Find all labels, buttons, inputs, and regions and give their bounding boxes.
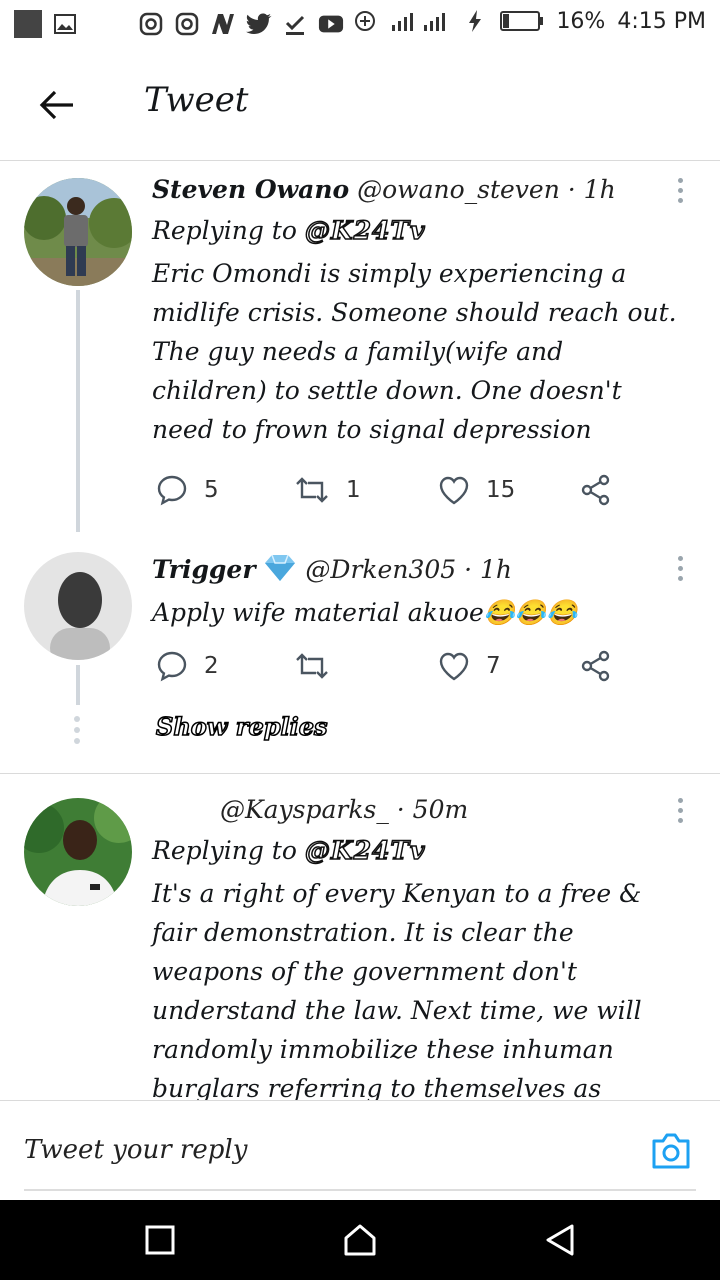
- camera-icon: [652, 1133, 690, 1169]
- share-button[interactable]: [580, 646, 612, 686]
- battery-percent: 16%: [556, 8, 606, 34]
- tweet-header: Steven Owano @owano_steven · 1h: [152, 170, 682, 209]
- tweet-actions: 2 7: [152, 646, 672, 686]
- status-bar: 16% 4:15 PM: [0, 0, 720, 50]
- camera-button[interactable]: [650, 1131, 692, 1173]
- author-name[interactable]: Trigger: [152, 555, 256, 584]
- replying-to-label: Replying to: [152, 216, 297, 245]
- like-count: 15: [486, 477, 516, 503]
- like-button[interactable]: 15: [438, 470, 515, 510]
- twitter-bird-icon: [246, 11, 272, 37]
- avatar[interactable]: [24, 798, 132, 906]
- thread-dots: [74, 716, 80, 744]
- like-count: 7: [486, 653, 501, 679]
- retweet-button[interactable]: 1: [294, 470, 361, 510]
- tweet-header: Trigger @Drken305 · 1h: [152, 550, 682, 589]
- reply-count: 5: [204, 477, 219, 503]
- replying-to-label: Replying to: [152, 836, 297, 865]
- like-button[interactable]: 7: [438, 646, 501, 686]
- heart-icon: [439, 652, 469, 681]
- reply-count: 2: [204, 653, 219, 679]
- app-bar: Tweet: [0, 50, 720, 161]
- more-options-icon[interactable]: [674, 798, 686, 823]
- page-title: Tweet: [144, 80, 249, 120]
- home-icon: [344, 1224, 376, 1256]
- tweet-actions: 5 1 15: [152, 470, 672, 510]
- author-name[interactable]: Steven Owano: [152, 175, 349, 204]
- input-underline: [24, 1189, 696, 1191]
- square-icon: [145, 1225, 175, 1255]
- more-options-icon[interactable]: [674, 556, 686, 581]
- download-check-icon: [282, 11, 308, 37]
- clock: 4:15 PM: [617, 8, 706, 34]
- share-icon: [581, 474, 610, 506]
- mention-link[interactable]: @K24Tv: [304, 215, 426, 246]
- tweet-card[interactable]: @Kaysparks_ · 50m Replying to @K24Tv It'…: [0, 774, 720, 1100]
- author-handle[interactable]: @Drken305: [305, 555, 456, 584]
- retweet-icon: [296, 653, 328, 679]
- retweet-icon: [296, 477, 328, 503]
- avatar[interactable]: [24, 552, 132, 660]
- thread-line: [76, 665, 80, 705]
- heart-icon: [439, 476, 469, 505]
- mention-link[interactable]: @K24Tv: [304, 835, 426, 866]
- replying-to: Replying to @K24Tv: [152, 211, 682, 250]
- tweet-header: @Kaysparks_ · 50m: [152, 790, 682, 829]
- thread-line: [76, 520, 80, 532]
- retweet-count: 1: [346, 477, 361, 503]
- retweet-button[interactable]: [294, 646, 330, 686]
- arrow-left-icon: [39, 90, 73, 120]
- more-options-icon[interactable]: [674, 178, 686, 203]
- share-icon: [581, 650, 610, 682]
- tweet-card[interactable]: Trigger @Drken305 · 1h Apply wife materi…: [0, 520, 720, 770]
- tweet-text: Apply wife material akuoe😂😂😂: [152, 598, 578, 627]
- replying-to: Replying to @K24Tv: [152, 831, 682, 870]
- system-nav-bar: [0, 1200, 720, 1280]
- youtube-icon: [318, 11, 344, 37]
- image-icon: [52, 11, 78, 37]
- reply-button[interactable]: 5: [156, 470, 219, 510]
- tweet-time: · 1h: [464, 555, 513, 584]
- reply-icon: [157, 651, 187, 682]
- back-button[interactable]: [34, 82, 80, 128]
- tweet-text: It's a right of every Kenyan to a free &…: [152, 879, 642, 1100]
- recents-button[interactable]: [140, 1220, 180, 1260]
- data-saver-icon: [352, 8, 378, 34]
- tweet-card[interactable]: Steven Owano @owano_steven · 1h Replying…: [0, 160, 720, 540]
- tweet-time: · 1h: [567, 175, 616, 204]
- news-n-icon: [210, 11, 236, 37]
- instagram-icon: [138, 11, 164, 37]
- reply-button[interactable]: 2: [156, 646, 219, 686]
- triangle-back-icon: [546, 1224, 574, 1256]
- charging-bolt-icon: [462, 8, 488, 34]
- notification-square-icon: [14, 10, 42, 38]
- avatar[interactable]: [24, 178, 132, 286]
- instagram-icon: [174, 11, 200, 37]
- diamond-emoji-icon: [265, 554, 296, 581]
- tweet-text: Eric Omondi is simply experiencing a mid…: [152, 259, 677, 444]
- share-button[interactable]: [580, 470, 612, 510]
- battery-icon: [500, 8, 544, 34]
- thread-line: [76, 290, 80, 520]
- author-handle[interactable]: @Kaysparks_: [220, 795, 389, 824]
- reply-composer: Tweet your reply: [0, 1100, 720, 1201]
- author-handle[interactable]: @owano_steven: [357, 175, 560, 204]
- tweet-time: · 50m: [396, 795, 469, 824]
- home-button[interactable]: [340, 1220, 380, 1260]
- reply-input[interactable]: Tweet your reply: [24, 1135, 247, 1165]
- show-replies-link[interactable]: Show replies: [155, 711, 328, 742]
- signal-icon: [390, 8, 450, 34]
- reply-icon: [157, 475, 187, 506]
- back-nav-button[interactable]: [540, 1220, 580, 1260]
